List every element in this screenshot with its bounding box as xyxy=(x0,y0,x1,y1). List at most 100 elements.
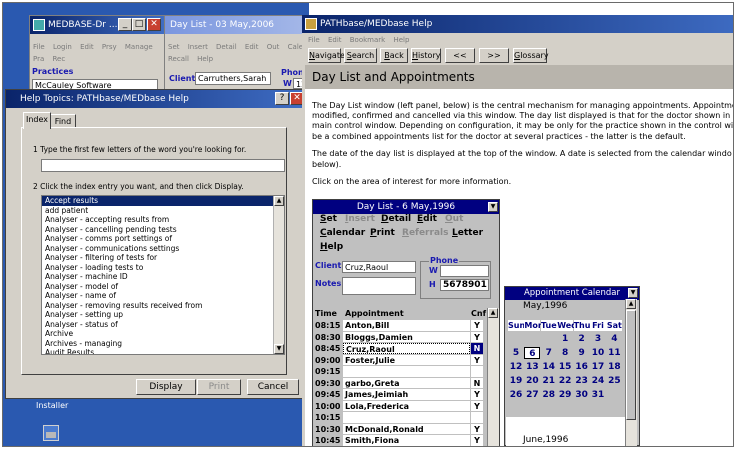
table-row[interactable]: 09:00 Foster,Julie Y xyxy=(313,354,491,367)
illus-notes-field[interactable] xyxy=(342,277,416,295)
calendar-day[interactable]: 29 xyxy=(557,389,573,401)
calendar-day[interactable]: 24 xyxy=(590,375,606,387)
index-entry[interactable]: Analyser - communications settings xyxy=(42,244,284,254)
menu-item-file[interactable]: File xyxy=(33,43,45,51)
table-row[interactable]: 08:15 Anton,Bill Y xyxy=(313,320,491,332)
nav-button-glossary[interactable]: Glossary xyxy=(513,48,549,63)
calendar-day[interactable]: 4 xyxy=(606,333,622,345)
nav-button-history[interactable]: History xyxy=(411,48,441,63)
calendar-day[interactable]: 10 xyxy=(590,347,606,359)
illus-menu-detail[interactable]: Detail xyxy=(381,214,411,224)
index-entry[interactable]: Analyser - name of xyxy=(42,291,284,301)
menu-item-pra[interactable]: Pra xyxy=(33,55,44,63)
calendar-day[interactable]: 23 xyxy=(574,375,590,387)
index-entry[interactable]: Analyser - removing results received fro… xyxy=(42,301,284,311)
dropdown-arrow-icon[interactable]: ▼ xyxy=(488,202,498,212)
table-row[interactable]: 09:15 xyxy=(313,366,491,378)
calendar-day[interactable]: 27 xyxy=(524,389,540,401)
calendar-day[interactable]: 12 xyxy=(508,361,524,373)
index-entry[interactable]: Analyser - accepting results from xyxy=(42,215,284,225)
illus-menu-letter[interactable]: Letter xyxy=(452,228,483,238)
table-row[interactable]: 08:30 Bloggs,Damien Y xyxy=(313,331,491,344)
index-list-scrollbar[interactable]: ▲ ▼ xyxy=(273,196,284,354)
nav-button-navigate[interactable]: Navigate xyxy=(308,48,345,63)
table-row[interactable]: 09:30 garbo,Greta N xyxy=(313,377,491,390)
illus-phone-h-field[interactable]: 5678901 xyxy=(440,279,489,291)
scroll-up-icon[interactable]: ▲ xyxy=(626,299,636,309)
minimize-icon[interactable]: _ xyxy=(118,18,132,31)
index-entry[interactable]: Archives - managing xyxy=(42,339,284,349)
tab-index[interactable]: Index xyxy=(23,112,51,129)
menu-item-out[interactable]: Out xyxy=(267,43,280,51)
table-row[interactable]: 10:15 xyxy=(313,412,491,424)
index-entry[interactable]: Audit Results xyxy=(42,348,284,354)
index-entry[interactable]: Analyser - machine ID xyxy=(42,272,284,282)
calendar-day[interactable]: 30 xyxy=(574,389,590,401)
calendar-day[interactable]: 31 xyxy=(590,389,606,401)
help-viewer-title-bar[interactable]: PATHbase/MEDbase Help xyxy=(302,15,733,33)
index-entry[interactable]: Analyser - status of xyxy=(42,320,284,330)
menu-item-bookmark[interactable]: Bookmark xyxy=(350,36,385,44)
calendar-day[interactable]: 21 xyxy=(541,375,557,387)
calendar-day[interactable]: 6 xyxy=(524,347,541,359)
menu-item-edit[interactable]: Edit xyxy=(245,43,259,51)
scroll-down-icon[interactable]: ▼ xyxy=(274,344,284,354)
calendar-day[interactable]: 25 xyxy=(606,375,622,387)
dropdown-arrow-icon[interactable]: ▼ xyxy=(628,288,638,298)
illus-menu-edit[interactable]: Edit xyxy=(417,214,437,224)
index-search-input[interactable] xyxy=(41,159,285,172)
index-entry[interactable]: Analyser - filtering of tests for xyxy=(42,253,284,263)
help-topics-title-bar[interactable]: Help Topics: PATHbase/MEDbase Help xyxy=(6,90,306,108)
calendar-day[interactable]: 17 xyxy=(590,361,606,373)
illus-menu-referrals[interactable]: Referrals xyxy=(402,228,448,238)
illus-menu-set[interactable]: Set xyxy=(320,214,337,224)
tab-find[interactable]: Find xyxy=(50,114,76,128)
menu-item-insert[interactable]: Insert xyxy=(188,43,208,51)
calendar-day[interactable]: 19 xyxy=(508,375,524,387)
table-row[interactable]: 10:30 McDonald,Ronald Y xyxy=(313,423,491,436)
menu-item-recall[interactable]: Recall xyxy=(168,55,189,63)
table-row[interactable]: 08:45 Cruz,Raoul N xyxy=(313,343,491,355)
calendar-day[interactable]: 7 xyxy=(541,347,557,359)
calendar-day[interactable]: 8 xyxy=(557,347,573,359)
calendar-day[interactable]: 14 xyxy=(541,361,557,373)
index-entries-list[interactable]: Accept results add patient Analyser - acce… xyxy=(41,195,285,355)
illus-menu-print[interactable]: Print xyxy=(370,228,395,238)
index-entry[interactable]: Analyser - comms port settings of xyxy=(42,234,284,244)
menu-item-manage[interactable]: Manage xyxy=(125,43,153,51)
scroll-up-icon[interactable]: ▲ xyxy=(274,196,284,206)
close-icon[interactable]: ✕ xyxy=(147,18,161,31)
maximize-icon[interactable]: □ xyxy=(132,18,146,31)
nav-button-next[interactable]: >> xyxy=(479,48,509,63)
calendar-day[interactable]: 1 xyxy=(557,333,573,345)
menu-item-rec[interactable]: Rec xyxy=(53,55,66,63)
calendar-day[interactable]: 3 xyxy=(590,333,606,345)
calendar-day[interactable]: 15 xyxy=(557,361,573,373)
client-field[interactable]: Carruthers,Sarah xyxy=(195,72,271,85)
calendar-day[interactable]: 9 xyxy=(574,347,590,359)
scroll-thumb[interactable] xyxy=(626,310,636,420)
calendar-scrollbar[interactable]: ▲ xyxy=(625,299,637,446)
calendar-day[interactable]: 18 xyxy=(606,361,622,373)
menu-item-edit[interactable]: Edit xyxy=(80,43,94,51)
calendar-day[interactable]: 26 xyxy=(508,389,524,401)
calendar-day[interactable]: 20 xyxy=(524,375,540,387)
index-entry[interactable]: Analyser - model of xyxy=(42,282,284,292)
table-row[interactable]: 09:45 James,Jeimiah Y xyxy=(313,389,491,401)
menu-item-help[interactable]: Help xyxy=(393,36,409,44)
illus-menu-out[interactable]: Out xyxy=(445,214,463,224)
index-entry[interactable]: add patient xyxy=(42,206,284,216)
cancel-button[interactable]: Cancel xyxy=(247,379,299,395)
menu-item-login[interactable]: Login xyxy=(53,43,72,51)
calendar-day[interactable]: 5 xyxy=(508,347,524,359)
illus-menu-help[interactable]: Help xyxy=(320,242,343,252)
menu-item-edit[interactable]: Edit xyxy=(328,36,342,44)
day-list-title-bar[interactable]: Day List - 03 May,2006 xyxy=(165,16,309,34)
calendar-day[interactable]: 28 xyxy=(541,389,557,401)
calendar-day[interactable]: 13 xyxy=(524,361,540,373)
calendar-day[interactable]: 2 xyxy=(574,333,590,345)
index-entry[interactable]: Accept results xyxy=(42,196,284,206)
help-context-icon[interactable]: ? xyxy=(275,92,289,105)
installer-icon[interactable] xyxy=(43,425,59,441)
index-entry[interactable]: Analyser - loading tests to xyxy=(42,263,284,273)
